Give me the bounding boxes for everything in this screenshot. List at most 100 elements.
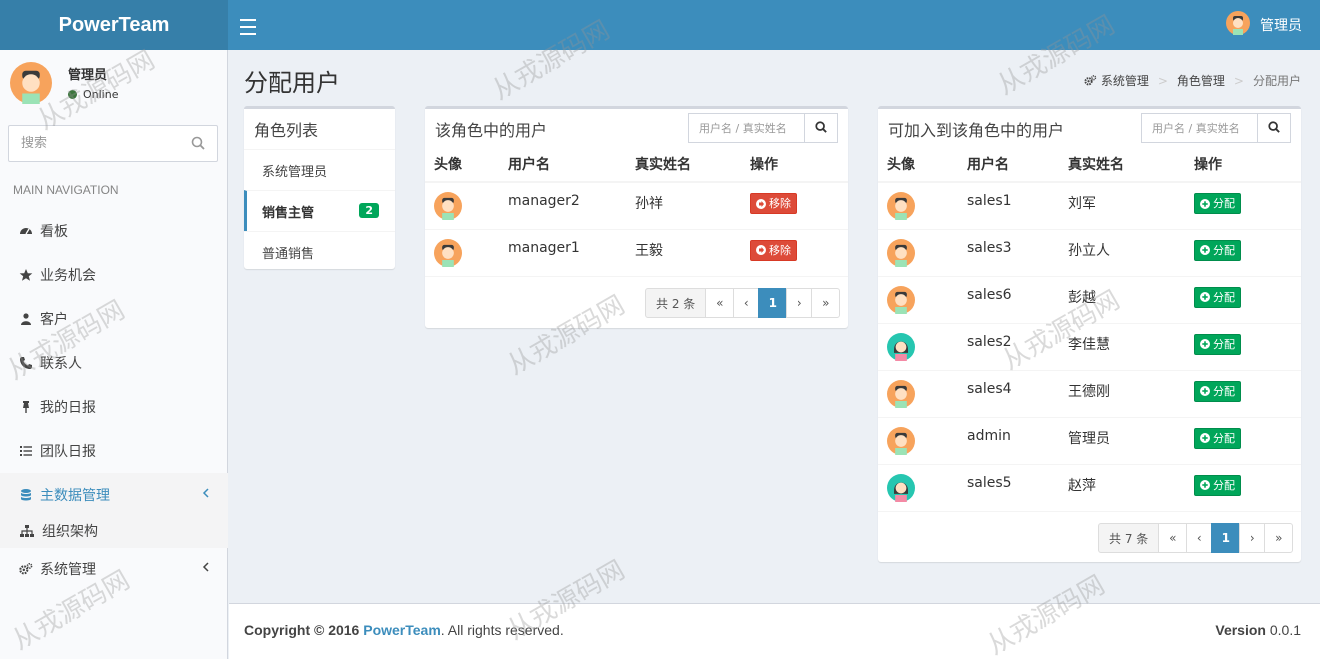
pagination-first[interactable]: « xyxy=(1158,523,1188,553)
role-users-title: 该角色中的用户 xyxy=(435,121,548,140)
chevron-left-icon xyxy=(202,487,210,503)
avatar xyxy=(434,238,462,271)
assign-button[interactable]: 分配 xyxy=(1194,193,1241,214)
available-users-search-button[interactable] xyxy=(1258,113,1291,143)
role-users-search xyxy=(688,113,838,143)
username-cell: manager2 xyxy=(499,182,626,230)
table-header-row: 头像 用户名 真实姓名 操作 xyxy=(878,147,1301,183)
assign-label: 分配 xyxy=(1213,243,1235,257)
realname-cell: 孙立人 xyxy=(1059,229,1185,277)
column-header: 用户名 xyxy=(499,147,626,183)
plus-circle-icon xyxy=(1200,292,1210,302)
sidebar-search-input[interactable] xyxy=(9,126,179,161)
avatar xyxy=(887,285,915,318)
sidebar-item-dashboard[interactable]: 看板 xyxy=(0,209,228,253)
username-cell: manager1 xyxy=(499,229,626,277)
sidebar-subitem-label: 组织架构 xyxy=(42,524,98,540)
sidebar-item-label: 主数据管理 xyxy=(40,488,110,504)
username-cell: sales3 xyxy=(958,229,1059,277)
user-status: Online xyxy=(68,88,118,101)
top-navbar: PowerTeam 管理员 xyxy=(0,0,1320,50)
role-label: 普通销售 xyxy=(262,246,315,262)
sidebar-item-team-daily[interactable]: 团队日报 xyxy=(0,429,228,473)
sidebar-toggle-icon[interactable] xyxy=(240,14,256,36)
table-row: sales2 李佳慧 分配 xyxy=(878,323,1301,371)
status-label: Online xyxy=(83,88,119,101)
assign-button[interactable]: 分配 xyxy=(1194,474,1241,496)
breadcrumb-system[interactable]: 系统管理 xyxy=(1101,72,1149,89)
avatar-cell xyxy=(878,417,958,465)
username-cell: sales1 xyxy=(958,182,1059,230)
cogs-icon xyxy=(19,562,33,576)
breadcrumb-roles[interactable]: 角色管理 xyxy=(1177,72,1225,89)
search-icon[interactable] xyxy=(191,136,205,154)
table-row: sales5 赵萍 分配 xyxy=(878,464,1301,512)
pagination-page[interactable]: 1 xyxy=(1211,523,1241,553)
realname-cell: 孙祥 xyxy=(626,182,741,230)
sidebar-item-label: 我的日报 xyxy=(40,400,96,416)
sidebar-item-system[interactable]: 系统管理 xyxy=(0,547,228,591)
plus-circle-icon xyxy=(1200,245,1210,255)
role-users-search-input[interactable] xyxy=(688,113,805,143)
avatar xyxy=(887,379,915,412)
pagination-prev[interactable]: ‹ xyxy=(1186,523,1213,553)
sidebar-item-master-data[interactable]: 主数据管理 xyxy=(0,473,228,517)
pagination-first[interactable]: « xyxy=(705,288,735,318)
sidebar-item-customers[interactable]: 客户 xyxy=(0,297,228,341)
available-users-pagination: 共 7 条 « ‹ 1 › » xyxy=(1098,523,1294,553)
pagination-next[interactable]: › xyxy=(786,288,813,318)
avatar xyxy=(887,426,915,459)
role-users-box: 该角色中的用户 头像 用户名 真实姓名 操作 manager2 孙祥 移除 ma… xyxy=(425,106,848,328)
sidebar-item-my-daily[interactable]: 我的日报 xyxy=(0,385,228,429)
pagination-next[interactable]: › xyxy=(1239,523,1266,553)
sitemap-icon xyxy=(19,524,35,538)
remove-button[interactable]: 移除 xyxy=(750,193,797,214)
plus-circle-icon xyxy=(1200,480,1210,490)
user-panel-name: 管理员 xyxy=(68,68,108,83)
online-dot-icon xyxy=(68,90,77,99)
version-number: 0.0.1 xyxy=(1269,622,1301,638)
nav-header: MAIN NAVIGATION xyxy=(13,183,119,197)
username-cell: sales5 xyxy=(958,464,1059,512)
realname-cell: 王毅 xyxy=(626,229,741,277)
role-item-sales-manager[interactable]: 销售主管 2 xyxy=(244,190,395,231)
pagination-total: 共 2 条 xyxy=(645,288,707,318)
pagination-last[interactable]: » xyxy=(1264,523,1294,553)
assign-button[interactable]: 分配 xyxy=(1194,380,1241,402)
assign-button[interactable]: 分配 xyxy=(1194,239,1241,261)
breadcrumb-separator: > xyxy=(1157,73,1168,88)
user-panel: 管理员 Online xyxy=(10,62,220,106)
pagination-last[interactable]: » xyxy=(811,288,841,318)
sidebar-item-label: 联系人 xyxy=(40,356,82,372)
role-item-admin[interactable]: 系统管理员 xyxy=(244,149,395,190)
username-cell: sales6 xyxy=(958,276,1059,324)
sidebar-item-label: 团队日报 xyxy=(40,444,96,460)
version: Version 0.0.1 xyxy=(1215,622,1301,638)
role-item-sales[interactable]: 普通销售 xyxy=(244,231,395,272)
available-users-search-input[interactable] xyxy=(1141,113,1258,143)
avatar-cell xyxy=(878,229,958,277)
assign-button[interactable]: 分配 xyxy=(1194,333,1241,355)
column-header: 真实姓名 xyxy=(626,147,741,183)
assign-button[interactable]: 分配 xyxy=(1194,427,1241,449)
sidebar-item-contacts[interactable]: 联系人 xyxy=(0,341,228,385)
copyright-prefix: Copyright © 2016 xyxy=(244,622,364,638)
available-users-title: 可加入到该角色中的用户 xyxy=(888,121,1065,140)
realname-cell: 刘军 xyxy=(1059,182,1185,230)
app-logo[interactable]: PowerTeam xyxy=(0,0,228,50)
remove-button[interactable]: 移除 xyxy=(750,239,797,261)
sidebar-subitem-org[interactable]: 组织架构 xyxy=(0,514,228,548)
footer-brand-link[interactable]: PowerTeam xyxy=(363,622,441,638)
sidebar-item-opportunities[interactable]: 业务机会 xyxy=(0,253,228,297)
user-menu[interactable]: 管理员 xyxy=(1226,11,1302,38)
column-header: 操作 xyxy=(741,147,848,183)
remove-label: 移除 xyxy=(769,197,791,210)
assign-label: 分配 xyxy=(1213,197,1235,210)
sidebar: 管理员 Online MAIN NAVIGATION 看板 业务机会 客户 联系… xyxy=(0,50,228,659)
role-users-search-button[interactable] xyxy=(805,113,838,143)
column-header: 头像 xyxy=(878,147,958,183)
realname-cell: 彭越 xyxy=(1059,276,1185,324)
pagination-page[interactable]: 1 xyxy=(758,288,788,318)
pagination-prev[interactable]: ‹ xyxy=(733,288,760,318)
assign-button[interactable]: 分配 xyxy=(1194,286,1241,308)
